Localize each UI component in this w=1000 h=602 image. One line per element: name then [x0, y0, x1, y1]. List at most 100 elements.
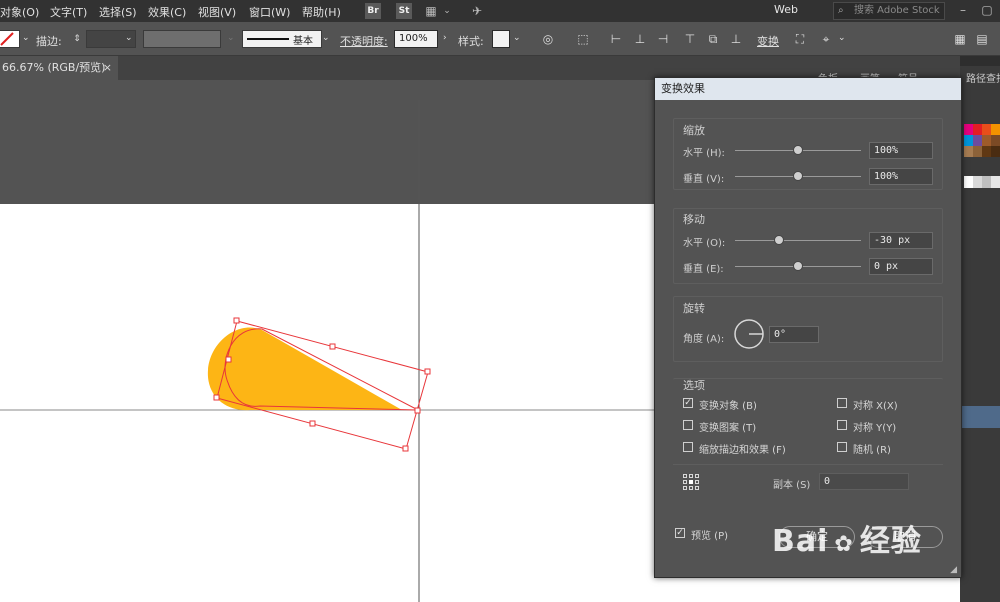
move-horizontal-label: 水平 (O):	[683, 238, 726, 249]
menu-select[interactable]: 选择(S)	[99, 4, 137, 20]
layer-row-selected[interactable]	[960, 406, 1000, 428]
menu-type[interactable]: 文字(T)	[50, 4, 87, 20]
random-label[interactable]: 随机 (R)	[853, 441, 891, 456]
scale-strokes-label[interactable]: 缩放描边和效果 (F)	[699, 441, 786, 456]
move-group-title: 移动	[683, 213, 705, 226]
scale-horizontal-input[interactable]: 100%	[869, 142, 933, 159]
chevron-down-icon[interactable]: ⌄	[440, 3, 454, 19]
move-horizontal-input[interactable]: -30 px	[869, 232, 933, 249]
artwork[interactable]	[0, 80, 660, 602]
graphic-style-swatch[interactable]	[492, 30, 510, 48]
reflect-y-label[interactable]: 对称 Y(Y)	[853, 419, 896, 434]
stroke-swatch[interactable]	[0, 30, 20, 48]
menu-window[interactable]: 窗口(W)	[249, 4, 290, 20]
chevron-down-icon[interactable]: ⌄	[322, 33, 330, 43]
arrange-documents-icon[interactable]: ▦	[424, 3, 438, 19]
scale-horizontal-knob[interactable]	[793, 145, 803, 155]
preview-checkbox[interactable]: ✓	[675, 528, 685, 538]
options-group-title: 选项	[683, 379, 705, 392]
scale-vertical-knob[interactable]	[793, 171, 803, 181]
style-label: 样式:	[458, 35, 484, 48]
workspace-label: Web	[774, 3, 798, 16]
divider	[673, 464, 943, 465]
opacity-input[interactable]: 100%	[394, 30, 438, 48]
workspace-switcher[interactable]: Web ⌄	[768, 2, 824, 32]
scale-group-title: 缩放	[683, 124, 705, 137]
maximize-icon[interactable]: ▢	[980, 2, 994, 18]
align-top-icon[interactable]: ⊤	[682, 31, 698, 47]
scale-vertical-input[interactable]: 100%	[869, 168, 933, 185]
panel-grid-icon[interactable]: ▦	[952, 31, 968, 47]
transform-patterns-checkbox[interactable]	[683, 420, 693, 430]
scale-vertical-label: 垂直 (V):	[683, 174, 725, 185]
gray-swatches[interactable]	[964, 176, 1000, 188]
search-icon: ⌕	[838, 5, 844, 16]
scale-horizontal-label: 水平 (H):	[683, 148, 725, 159]
menu-help[interactable]: 帮助(H)	[302, 4, 341, 20]
align-right-icon[interactable]: ⊣	[655, 31, 671, 47]
opacity-label[interactable]: 不透明度:	[340, 33, 388, 49]
swatch-grid[interactable]	[964, 124, 1000, 158]
align-to-icon[interactable]: ⬚	[575, 31, 591, 47]
puppet-warp-icon[interactable]: ⌖	[818, 31, 834, 47]
transform-objects-label[interactable]: 变换对象 (B)	[699, 397, 757, 412]
chevron-down-icon[interactable]: ⌄	[513, 33, 521, 43]
menu-object[interactable]: 对象(O)	[0, 4, 39, 20]
transform-link[interactable]: 变换	[757, 33, 779, 49]
menu-view[interactable]: 视图(V)	[198, 4, 236, 20]
move-vertical-input[interactable]: 0 px	[869, 258, 933, 275]
align-bottom-icon[interactable]: ⊥	[728, 31, 744, 47]
panel-menu-icon[interactable]: ▤	[974, 31, 990, 47]
document-tab[interactable]: 66.67% (RGB/预览) ×	[0, 56, 118, 80]
menu-effect[interactable]: 效果(C)	[148, 4, 186, 20]
reflect-y-checkbox[interactable]	[837, 420, 847, 430]
align-left-icon[interactable]: ⊢	[608, 31, 624, 47]
handle-bottom-middle	[309, 420, 316, 427]
baidu-watermark-logo: Bai ✿ 经验	[772, 524, 922, 559]
rotate-angle-input[interactable]: 0°	[769, 326, 819, 343]
reflect-x-checkbox[interactable]	[837, 398, 847, 408]
handle-bottom-left	[213, 394, 220, 401]
stroke-label: 描边:	[36, 35, 62, 48]
menu-bar: 对象(O) 文字(T) 选择(S) 效果(C) 视图(V) 窗口(W) 帮助(H…	[0, 0, 1000, 32]
move-horizontal-slider[interactable]	[735, 240, 861, 241]
dialog-title[interactable]: 变换效果	[655, 78, 961, 100]
move-vertical-knob[interactable]	[793, 261, 803, 271]
angle-dial-icon[interactable]	[733, 318, 765, 350]
control-bar: ⌄ 描边: ⇕ ⌄ ⌄ 基本 ⌄ 不透明度: 100% › 样式: ⌄ ◎ ⬚ …	[0, 22, 1000, 56]
search-placeholder: 搜索 Adobe Stock	[854, 5, 940, 16]
minimize-icon[interactable]: –	[956, 2, 970, 18]
stock-button[interactable]: St	[396, 3, 412, 19]
bridge-button[interactable]: Br	[365, 3, 381, 19]
variable-width-profile[interactable]	[143, 30, 221, 48]
chevron-down-icon[interactable]: ⌄	[125, 33, 133, 43]
scale-strokes-checkbox[interactable]	[683, 442, 693, 452]
resize-grip-icon[interactable]: ◢	[950, 565, 957, 575]
chevron-right-icon[interactable]: ›	[443, 33, 447, 43]
isolate-icon[interactable]: ⛶	[792, 31, 808, 47]
chevron-down-icon[interactable]: ⌄	[22, 33, 30, 43]
handle-middle-left	[225, 356, 232, 363]
reference-point-icon[interactable]	[683, 474, 699, 490]
close-icon[interactable]: ×	[103, 56, 112, 80]
transform-objects-checkbox[interactable]: ✓	[683, 398, 693, 408]
dock-tab-pathfinder[interactable]: 路径查找	[966, 70, 1000, 85]
handle-top-left	[233, 317, 240, 324]
random-checkbox[interactable]	[837, 442, 847, 452]
transform-effect-dialog: 变换效果 缩放 水平 (H): 100% 垂直 (V): 100% 移动 水平 …	[654, 77, 962, 578]
rotate-angle-label: 角度 (A):	[683, 334, 725, 345]
transform-patterns-label[interactable]: 变换图案 (T)	[699, 419, 756, 434]
chevron-down-icon[interactable]: ⌄	[838, 33, 846, 43]
recolor-artwork-icon[interactable]: ◎	[540, 31, 556, 47]
stepper-icon[interactable]: ⇕	[69, 31, 85, 47]
preview-label[interactable]: 预览 (P)	[691, 527, 728, 542]
stock-search-input[interactable]: ⌕ 搜索 Adobe Stock	[833, 2, 945, 20]
brush-definition[interactable]: 基本	[242, 30, 322, 48]
copies-input[interactable]: 0	[819, 473, 909, 490]
gpu-performance-icon[interactable]: ✈	[470, 3, 484, 19]
align-center-icon[interactable]: ⊥	[632, 31, 648, 47]
reflect-x-label[interactable]: 对称 X(X)	[853, 397, 898, 412]
align-middle-icon[interactable]: ⧉	[705, 31, 721, 47]
dock-collapse-bar[interactable]	[960, 56, 1000, 66]
handle-top-middle	[329, 343, 336, 350]
